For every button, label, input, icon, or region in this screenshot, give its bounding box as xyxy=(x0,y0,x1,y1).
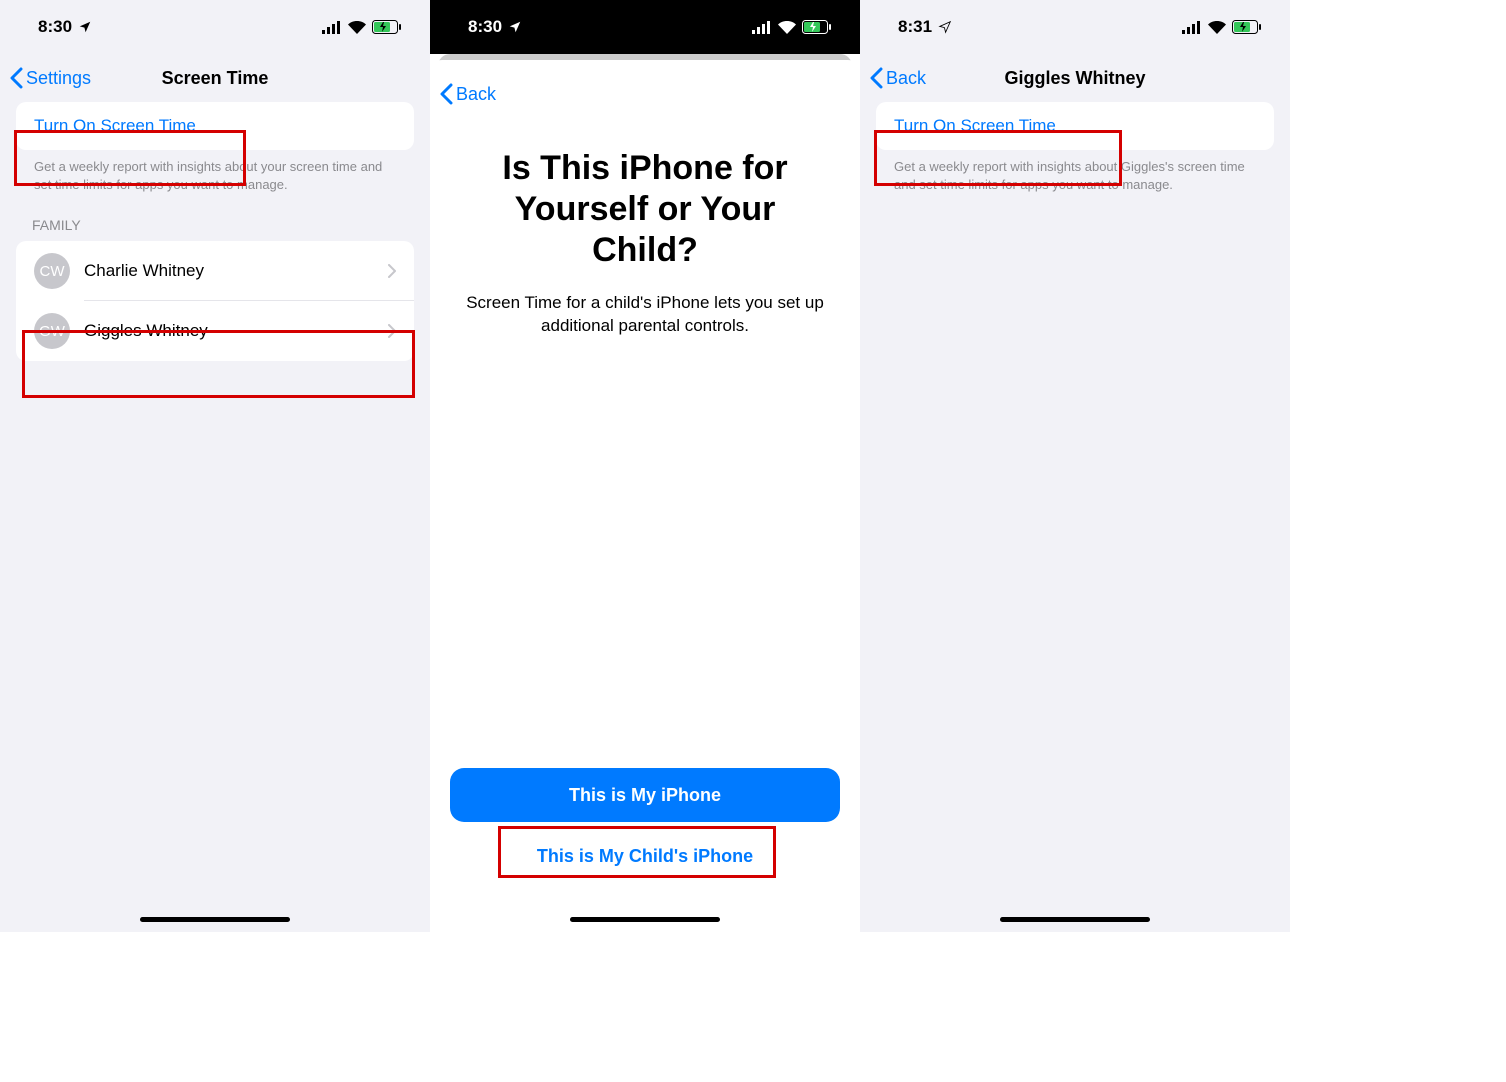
turn-on-group: Turn On Screen Time Get a weekly report … xyxy=(16,102,414,193)
turn-on-footer: Get a weekly report with insights about … xyxy=(876,150,1274,193)
status-left: 8:31 xyxy=(898,17,952,37)
modal-sheet: Back Is This iPhone for Yourself or Your… xyxy=(430,60,860,932)
hero-subtitle: Screen Time for a child's iPhone lets yo… xyxy=(458,292,832,338)
turn-on-label: Turn On Screen Time xyxy=(34,116,196,136)
this-is-my-childs-iphone-button[interactable]: This is My Child's iPhone xyxy=(450,836,840,876)
button-stack: This is My iPhone This is My Child's iPh… xyxy=(430,768,860,932)
back-label: Back xyxy=(456,84,496,105)
status-right xyxy=(752,20,832,34)
nav-bar: Back Giggles Whitney xyxy=(860,54,1290,102)
wifi-icon xyxy=(778,21,796,34)
status-time: 8:30 xyxy=(468,17,502,37)
hero: Is This iPhone for Yourself or Your Chil… xyxy=(430,116,860,338)
home-indicator[interactable] xyxy=(140,917,290,922)
family-section-header: FAMILY xyxy=(0,193,430,241)
wifi-icon xyxy=(348,21,366,34)
status-bar: 8:31 xyxy=(860,0,1290,54)
secondary-label: This is My Child's iPhone xyxy=(537,846,753,867)
battery-charging-icon xyxy=(1232,20,1262,34)
cellular-icon xyxy=(1182,21,1202,34)
location-icon xyxy=(508,20,522,34)
turn-on-screen-time-button[interactable]: Turn On Screen Time xyxy=(876,102,1274,150)
location-icon xyxy=(78,20,92,34)
status-right xyxy=(1182,20,1262,34)
family-member-charlie[interactable]: CW Charlie Whitney xyxy=(16,241,414,301)
primary-label: This is My iPhone xyxy=(569,785,721,806)
turn-on-screen-time-button[interactable]: Turn On Screen Time xyxy=(16,102,414,150)
status-left: 8:30 xyxy=(468,17,522,37)
turn-on-label: Turn On Screen Time xyxy=(894,116,1056,136)
nav-bar: Back xyxy=(430,60,860,116)
back-label: Settings xyxy=(26,68,91,89)
back-button[interactable]: Settings xyxy=(10,67,91,89)
chevron-right-icon xyxy=(388,264,396,278)
family-name: Charlie Whitney xyxy=(84,261,204,281)
cellular-icon xyxy=(322,21,342,34)
status-bar: 8:30 xyxy=(0,0,430,54)
wifi-icon xyxy=(1208,21,1226,34)
family-name: Giggles Whitney xyxy=(84,321,208,341)
back-label: Back xyxy=(886,68,926,89)
status-time: 8:30 xyxy=(38,17,72,37)
status-left: 8:30 xyxy=(38,17,92,37)
chevron-right-icon xyxy=(388,324,396,338)
screen-ownership-prompt: 8:30 Back Is This iPhone for xyxy=(430,0,860,932)
status-bar: 8:30 xyxy=(430,0,860,54)
battery-charging-icon xyxy=(802,20,832,34)
battery-charging-icon xyxy=(372,20,402,34)
avatar: CW xyxy=(34,253,70,289)
cellular-icon xyxy=(752,21,772,34)
screen-settings-screentime: 8:30 Settings Screen Time Turn On Screen xyxy=(0,0,430,932)
location-icon xyxy=(938,20,952,34)
home-indicator[interactable] xyxy=(570,917,720,922)
back-button[interactable]: Back xyxy=(440,83,496,105)
turn-on-footer: Get a weekly report with insights about … xyxy=(16,150,414,193)
hero-title: Is This iPhone for Yourself or Your Chil… xyxy=(458,148,832,270)
status-right xyxy=(322,20,402,34)
family-member-giggles[interactable]: GW Giggles Whitney xyxy=(16,301,414,361)
home-indicator[interactable] xyxy=(1000,917,1150,922)
status-time: 8:31 xyxy=(898,17,932,37)
nav-bar: Settings Screen Time xyxy=(0,54,430,102)
avatar: GW xyxy=(34,313,70,349)
back-button[interactable]: Back xyxy=(870,67,926,89)
screen-child-screentime: 8:31 Back Giggles Whitney Turn On Screen xyxy=(860,0,1290,932)
turn-on-group: Turn On Screen Time Get a weekly report … xyxy=(876,102,1274,193)
this-is-my-iphone-button[interactable]: This is My iPhone xyxy=(450,768,840,822)
family-group: CW Charlie Whitney GW Giggles Whitney xyxy=(16,241,414,361)
